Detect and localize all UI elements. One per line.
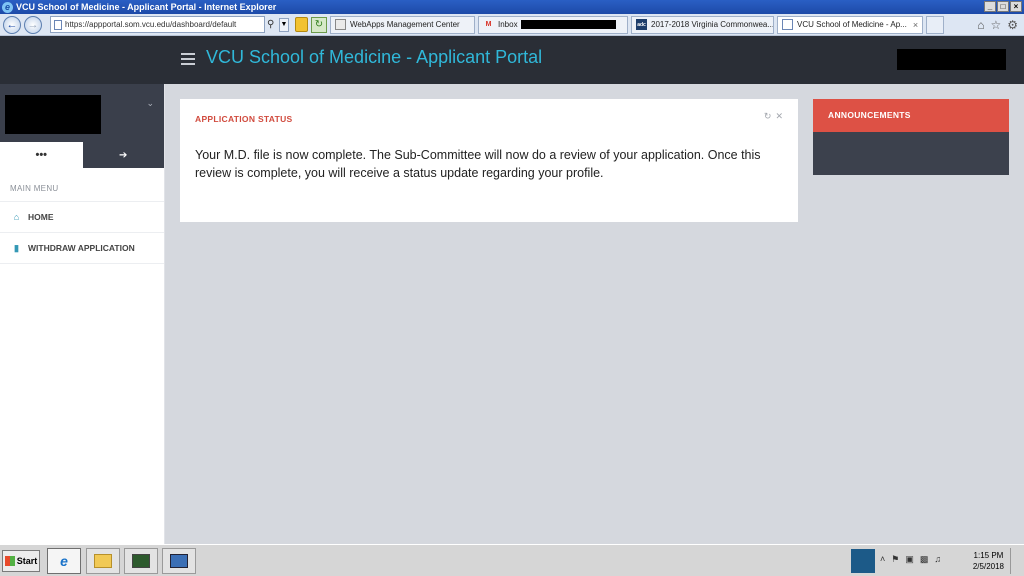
sidebar-item-label: HOME <box>28 212 54 222</box>
tab-virginia-commonwealth[interactable]: adc 2017-2018 Virginia Commonwea... <box>631 15 774 34</box>
refresh-button[interactable]: ↻ <box>311 16 327 33</box>
status-message: Your M.D. file is now complete. The Sub-… <box>195 148 761 180</box>
favorites-star-icon[interactable]: ☆ <box>990 18 1001 32</box>
browser-nav-bar: ← → https://appportal.som.vcu.edu/dashbo… <box>0 14 1024 36</box>
close-icon[interactable]: ✕ <box>775 111 783 122</box>
tab-vcu-portal[interactable]: VCU School of Medicine - Ap... × <box>777 15 923 34</box>
terminal-taskbar-icon[interactable] <box>124 548 158 574</box>
chevron-down-icon[interactable]: ⌄ <box>146 98 154 109</box>
sidebar-item-home[interactable]: ⌂ HOME <box>0 202 164 233</box>
home-icon[interactable]: ⌂ <box>977 18 984 32</box>
card-controls: ↻ ✕ <box>764 111 783 122</box>
page-icon <box>54 20 62 30</box>
window-title-bar: e VCU School of Medicine - Applicant Por… <box>0 0 1024 14</box>
portal-header: VCU School of Medicine - Applicant Porta… <box>0 36 1024 84</box>
taskbar: Start e ˄ ⚑ ▣ ▩ ♫ 1:15 PM 2/5/2018 <box>0 544 1024 576</box>
sign-out-button[interactable]: ➔ <box>82 142 164 168</box>
search-icon[interactable]: ⚲ <box>267 16 279 33</box>
windows-logo-icon <box>4 556 15 566</box>
main-menu-heading: MAIN MENU <box>0 168 164 202</box>
signal-icon[interactable]: ▩ <box>920 554 929 565</box>
start-button[interactable]: Start <box>2 550 40 572</box>
sidebar-item-withdraw-application[interactable]: ▮ WITHDRAW APPLICATION <box>0 233 164 264</box>
address-text: https://appportal.som.vcu.edu/dashboard/… <box>65 20 237 29</box>
redacted-user-name[interactable] <box>897 49 1006 70</box>
internet-explorer-taskbar-icon[interactable]: e <box>47 548 81 574</box>
sidebar-tools: ••• ➔ <box>0 142 164 168</box>
minimize-button[interactable]: _ <box>984 1 996 12</box>
forward-button[interactable]: → <box>24 15 42 34</box>
redacted-text <box>520 20 616 29</box>
redacted-avatar <box>5 95 101 134</box>
clock-date: 2/5/2018 <box>972 562 1004 571</box>
flag-icon[interactable]: ⚑ <box>891 554 899 565</box>
maximize-button[interactable]: □ <box>997 1 1009 12</box>
sidebar-item-label: WITHDRAW APPLICATION <box>28 243 135 253</box>
clock-time: 1:15 PM <box>973 551 1004 560</box>
network-icon[interactable]: ▣ <box>905 554 914 565</box>
chevron-up-icon[interactable]: ˄ <box>880 554 885 565</box>
refresh-icon[interactable]: ↻ <box>764 111 772 122</box>
application-status-heading: APPLICATION STATUS <box>195 114 293 124</box>
webapps-favicon <box>335 19 346 30</box>
file-explorer-taskbar-icon[interactable] <box>86 548 120 574</box>
address-bar[interactable]: https://appportal.som.vcu.edu/dashboard/… <box>50 16 265 33</box>
window-title: VCU School of Medicine - Applicant Porta… <box>16 2 277 12</box>
clock[interactable]: 1:15 PM 2/5/2018 <box>973 550 1004 572</box>
tray-app-icon[interactable] <box>851 549 875 573</box>
gmail-icon: M <box>485 21 492 28</box>
more-options-button[interactable]: ••• <box>0 142 83 168</box>
address-dropdown-button[interactable]: ▼ <box>279 17 289 32</box>
adc-favicon: adc <box>636 19 647 30</box>
lock-icon[interactable] <box>295 17 308 32</box>
profile-panel: ⌄ <box>0 84 164 142</box>
gear-icon[interactable]: ⚙ <box>1007 18 1018 32</box>
announcements-card: ANNOUNCEMENTS <box>813 99 1009 175</box>
back-button[interactable]: ← <box>3 15 21 34</box>
tab-inbox[interactable]: M Inbox <box>478 15 628 34</box>
sidebar: ⌄ ••• ➔ MAIN MENU ⌂ HOME ▮ WITHDRAW APPL… <box>0 84 165 544</box>
show-desktop-button[interactable] <box>1010 548 1022 574</box>
volume-icon[interactable]: ♫ <box>934 554 941 565</box>
remote-desktop-taskbar-icon[interactable] <box>162 548 196 574</box>
internet-explorer-icon: e <box>2 1 13 13</box>
system-tray: ˄ ⚑ ▣ ▩ ♫ <box>880 554 941 565</box>
new-tab-button[interactable] <box>926 15 944 34</box>
close-window-button[interactable]: × <box>1010 1 1022 12</box>
window-controls: _ □ × <box>984 1 1022 12</box>
tab-webapps[interactable]: WebApps Management Center <box>330 15 475 34</box>
close-tab-icon[interactable]: × <box>913 20 918 30</box>
application-status-card: APPLICATION STATUS ↻ ✕ Your M.D. file is… <box>180 99 798 222</box>
file-icon: ▮ <box>14 242 19 253</box>
hamburger-menu-icon[interactable] <box>181 53 195 65</box>
page-icon <box>782 19 793 30</box>
announcements-heading: ANNOUNCEMENTS <box>813 99 1009 132</box>
home-icon: ⌂ <box>13 212 20 222</box>
announcements-body <box>813 132 1009 175</box>
portal-title: VCU School of Medicine - Applicant Porta… <box>206 47 543 67</box>
